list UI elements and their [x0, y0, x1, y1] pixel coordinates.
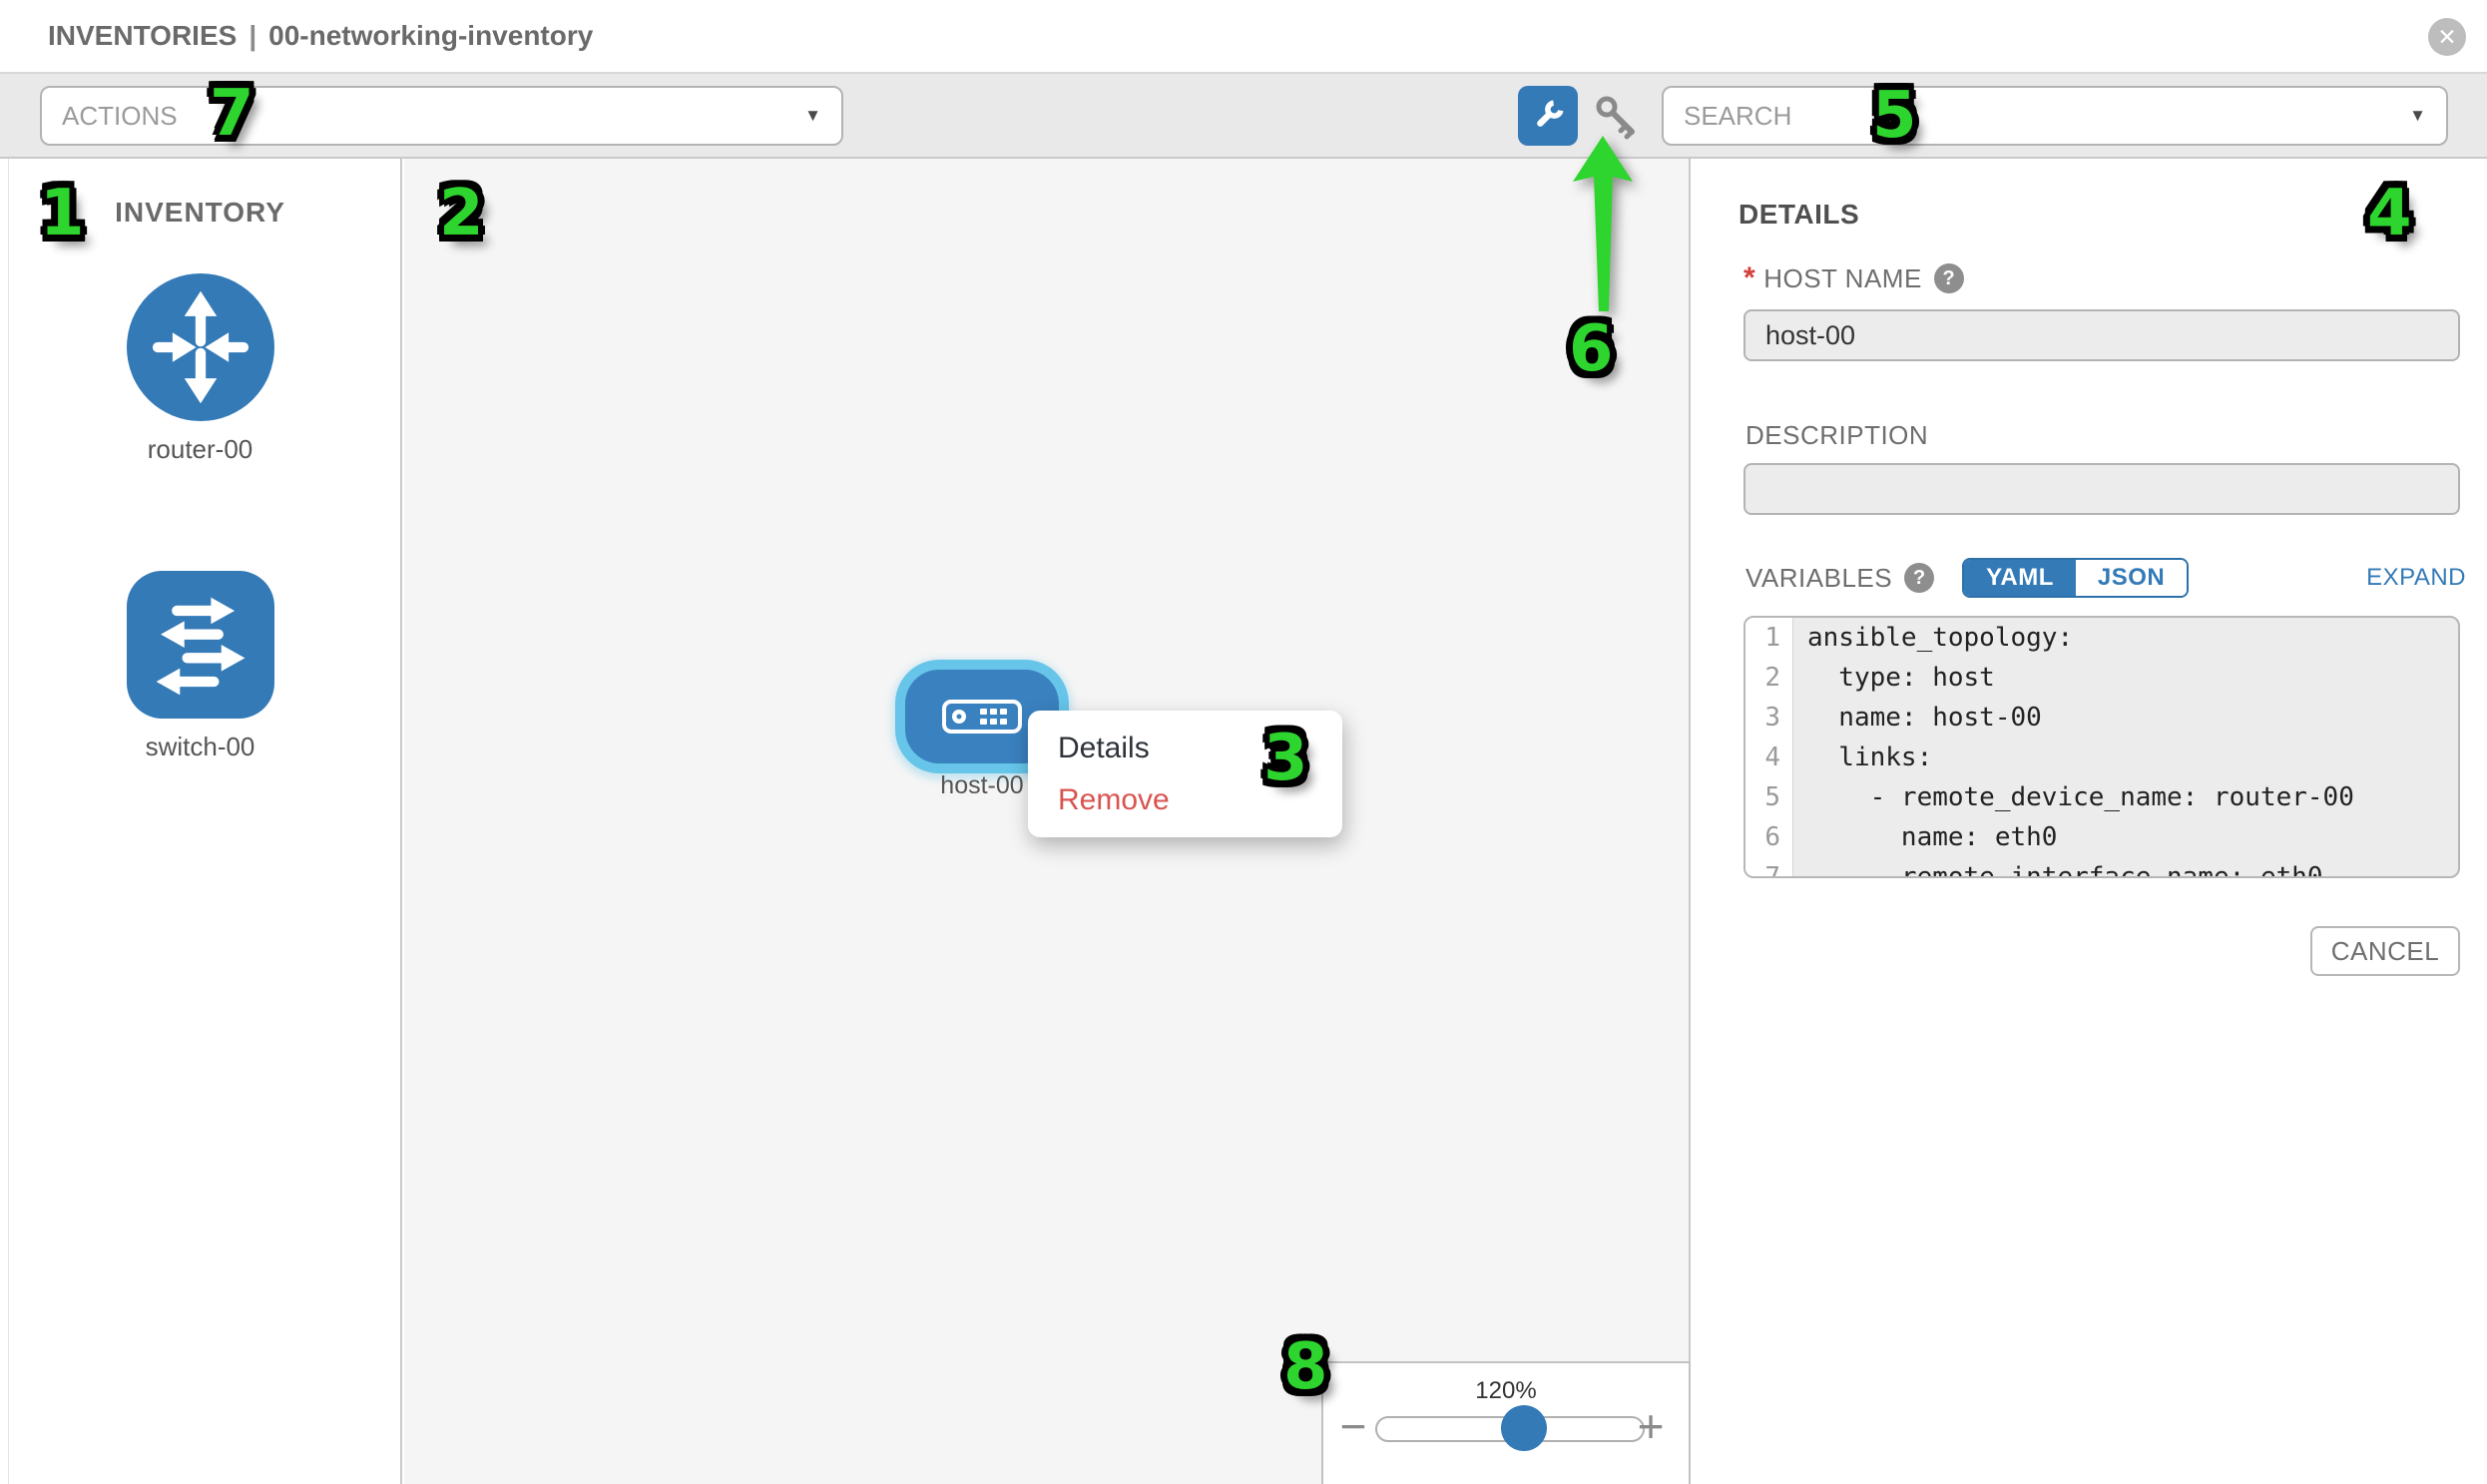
palette-item-router[interactable]: router-00 [0, 273, 400, 465]
palette-item-label: switch-00 [0, 732, 400, 762]
line-code: - remote_device_name: router-00 [1793, 777, 2458, 817]
palette-item-switch[interactable]: switch-00 [0, 571, 400, 762]
code-line: 6 name: eth0 [1745, 817, 2458, 857]
breadcrumb-separator: | [249, 20, 256, 51]
variables-label: VARIABLES [1745, 563, 1892, 594]
toggle-yaml[interactable]: YAML [1964, 560, 2076, 596]
close-glyph: ✕ [2437, 24, 2456, 50]
host-name-label: HOST NAME [1763, 263, 1922, 294]
app-root: INVENTORIES | 00-networking-inventory ✕ AC… [0, 0, 2487, 1484]
line-number: 2 [1745, 658, 1793, 698]
code-line: 7 remote_interface_name: eth0 [1745, 857, 2458, 878]
expand-link[interactable]: EXPAND [2366, 564, 2466, 592]
line-number: 5 [1745, 777, 1793, 817]
code-line: 3 name: host-00 [1745, 698, 2458, 738]
annotation-number-8: 8 [1283, 1335, 1328, 1399]
router-icon [127, 273, 274, 421]
annotation-number-2: 2 [439, 182, 484, 246]
line-number: 4 [1745, 738, 1793, 777]
switch-icon [127, 571, 274, 719]
format-toggle: YAML JSON [1962, 558, 2189, 598]
help-glyph: ? [1942, 267, 1955, 290]
zoom-in-button[interactable]: + [1633, 1401, 1669, 1451]
line-code: ansible_topology: [1793, 618, 2458, 658]
host-name-input[interactable] [1743, 309, 2460, 361]
title-bar: INVENTORIES | 00-networking-inventory ✕ [0, 0, 2487, 74]
details-panel: DETAILS * HOST NAME ? DESCRIPTION VARIAB… [1691, 159, 2487, 1484]
wrench-icon [1528, 96, 1568, 136]
line-number: 3 [1745, 698, 1793, 738]
zoom-out-button[interactable]: − [1335, 1401, 1371, 1451]
line-code: type: host [1793, 658, 2458, 698]
annotation-number-5: 5 [1872, 84, 1917, 148]
annotation-number-1: 1 [40, 182, 85, 246]
line-number: 6 [1745, 817, 1793, 857]
help-glyph: ? [1913, 567, 1925, 590]
line-number: 1 [1745, 618, 1793, 658]
line-code: name: host-00 [1793, 698, 2458, 738]
description-input[interactable] [1743, 463, 2460, 515]
host-name-label-row: * HOST NAME ? [1743, 261, 1964, 295]
host-icon [942, 700, 1022, 734]
inventory-sidebar: INVENTORY router-00 [0, 159, 402, 1484]
line-code: links: [1793, 738, 2458, 777]
annotation-number-4: 4 [2367, 182, 2412, 246]
description-label: DESCRIPTION [1745, 420, 1928, 451]
line-number: 7 [1745, 857, 1793, 878]
close-icon[interactable]: ✕ [2428, 18, 2466, 56]
topology-canvas[interactable]: host-00 Details Remove 120% − + [404, 159, 1691, 1484]
variables-editor[interactable]: 1 ansible_topology: 2 type: host 3 name:… [1743, 616, 2460, 878]
code-line: 2 type: host [1745, 658, 2458, 698]
breadcrumb-section: INVENTORIES [48, 20, 237, 51]
code-line: 4 links: [1745, 738, 2458, 777]
help-icon[interactable]: ? [1934, 263, 1964, 293]
key-icon[interactable] [1593, 94, 1639, 140]
help-icon[interactable]: ? [1904, 563, 1934, 593]
chevron-down-icon: ▼ [2409, 106, 2426, 126]
annotation-number-7: 7 [210, 82, 254, 146]
palette-item-label: router-00 [0, 434, 400, 465]
line-code: remote_interface_name: eth0 [1793, 857, 2458, 878]
zoom-slider-thumb[interactable] [1501, 1405, 1547, 1451]
toggle-json[interactable]: JSON [2076, 560, 2187, 596]
search-dropdown[interactable]: SEARCH ▼ [1662, 86, 2448, 146]
cancel-button[interactable]: CANCEL [2310, 926, 2460, 976]
actions-dropdown-label: ACTIONS [62, 101, 178, 132]
variables-row: VARIABLES ? YAML JSON EXPAND [1745, 556, 2466, 600]
annotation-number-3: 3 [1263, 727, 1308, 790]
search-dropdown-label: SEARCH [1684, 101, 1791, 132]
line-code: name: eth0 [1793, 817, 2458, 857]
zoom-slider[interactable] [1375, 1416, 1645, 1442]
annotation-number-6: 6 [1569, 317, 1614, 381]
chevron-down-icon: ▼ [804, 106, 821, 126]
key-icon-glyph [1593, 94, 1639, 140]
zoom-control-panel: 120% − + [1321, 1361, 1691, 1484]
breadcrumb-item: 00-networking-inventory [268, 20, 593, 51]
required-asterisk: * [1743, 261, 1755, 295]
code-line: 5 - remote_device_name: router-00 [1745, 777, 2458, 817]
toolbar: ACTIONS ▼ SEARCH ▼ [0, 74, 2487, 159]
code-line: 1 ansible_topology: [1745, 618, 2458, 658]
page-title: INVENTORIES | 00-networking-inventory [48, 0, 593, 72]
actions-dropdown[interactable]: ACTIONS ▼ [40, 86, 843, 146]
details-heading: DETAILS [1739, 199, 1859, 231]
green-arrow-up-icon [1569, 136, 1637, 313]
